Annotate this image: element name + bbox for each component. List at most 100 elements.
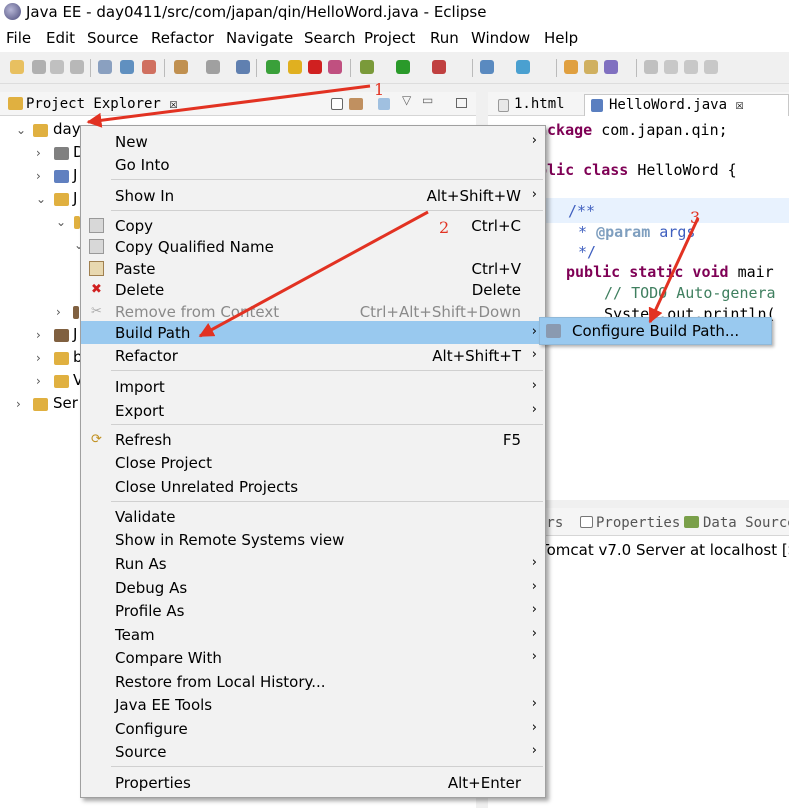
menu-window[interactable]: Window <box>471 29 530 47</box>
menu-item-configure[interactable]: Configure › <box>81 717 545 740</box>
print-icon[interactable] <box>70 60 84 74</box>
menu-project[interactable]: Project <box>364 29 415 47</box>
external-tools-icon[interactable] <box>432 60 446 74</box>
menu-item-delete[interactable]: ✖ Delete Delete <box>81 278 545 301</box>
toolbar-separator <box>556 59 557 77</box>
menu-item-show-in-remote-systems[interactable]: Show in Remote Systems view <box>81 528 545 551</box>
menu-help[interactable]: Help <box>544 29 578 47</box>
tab-data-source[interactable]: Data Source <box>703 515 789 531</box>
filter-icon[interactable] <box>378 98 390 110</box>
menu-file[interactable]: File <box>6 29 31 47</box>
menu-item-refresh[interactable]: ⟳ Refresh F5 <box>81 428 545 451</box>
link-editor-icon[interactable] <box>349 98 363 110</box>
menu-item-show-in[interactable]: Show In Alt+Shift+W › <box>81 184 545 207</box>
menu-item-copy-qualified-name[interactable]: Copy Qualified Name <box>81 235 545 258</box>
suspend-icon[interactable] <box>288 60 302 74</box>
menu-item-source[interactable]: Source › <box>81 740 545 763</box>
workbench-gap <box>0 84 789 92</box>
menu-item-import[interactable]: Import › <box>81 375 545 398</box>
menu-item-validate[interactable]: Validate <box>81 505 545 528</box>
task-icon[interactable] <box>120 60 134 74</box>
code-line[interactable]: ackage com.japan.qin; <box>538 121 728 139</box>
prev-annotation-icon[interactable] <box>684 60 698 74</box>
next-annotation-icon[interactable] <box>664 60 678 74</box>
code-line[interactable]: blic class HelloWord { <box>538 161 737 179</box>
tab-helloword-java[interactable]: HelloWord.java ☒ <box>584 94 789 116</box>
menu-item-restore-from-local-history[interactable]: Restore from Local History... <box>81 670 545 693</box>
code-line[interactable]: public static void mair <box>566 263 774 281</box>
save-all-icon[interactable] <box>50 60 64 74</box>
code-line[interactable]: * @param args <box>578 223 695 241</box>
menu-item-close-project[interactable]: Close Project <box>81 451 545 474</box>
menu-item-close-unrelated-projects[interactable]: Close Unrelated Projects <box>81 475 545 498</box>
last-edit-icon[interactable] <box>704 60 718 74</box>
collapse-arrow-icon[interactable]: ⌄ <box>36 192 46 206</box>
collapse-arrow-icon[interactable]: ⌄ <box>16 123 26 137</box>
menu-item-build-path[interactable]: Build Path › <box>81 321 545 344</box>
expand-arrow-icon[interactable]: › <box>36 351 41 365</box>
search-icon[interactable] <box>174 60 188 74</box>
view-menu-icon[interactable]: ▽ <box>402 93 411 107</box>
menu-item-go-into[interactable]: Go Into <box>81 153 545 176</box>
web-browser-icon[interactable] <box>516 60 530 74</box>
menu-refactor[interactable]: Refactor <box>151 29 214 47</box>
tab-1-html[interactable]: 1.html <box>494 96 584 116</box>
menu-item-copy[interactable]: Copy Ctrl+C <box>81 214 545 237</box>
menu-navigate[interactable]: Navigate <box>226 29 293 47</box>
open-file-icon[interactable] <box>584 60 598 74</box>
tool-icon[interactable] <box>98 60 112 74</box>
menu-separator <box>111 179 543 180</box>
menu-item-export[interactable]: Export › <box>81 399 545 422</box>
refactor-icon[interactable] <box>142 60 156 74</box>
expand-arrow-icon[interactable]: › <box>36 146 41 160</box>
collapse-all-icon[interactable] <box>331 98 343 110</box>
menu-item-configure-build-path[interactable]: Configure Build Path... <box>540 318 771 344</box>
menu-item-debug-as[interactable]: Debug As › <box>81 576 545 599</box>
toolbar-separator <box>472 59 473 77</box>
menu-run[interactable]: Run <box>430 29 459 47</box>
menu-search[interactable]: Search <box>304 29 356 47</box>
expand-arrow-icon[interactable]: › <box>36 374 41 388</box>
run-icon[interactable] <box>396 60 410 74</box>
menu-item-properties[interactable]: Properties Alt+Enter <box>81 771 545 794</box>
minimize-icon[interactable]: ▭ <box>422 93 433 107</box>
menu-item-refactor[interactable]: Refactor Alt+Shift+T › <box>81 344 545 367</box>
menu-item-profile-as[interactable]: Profile As › <box>81 599 545 622</box>
menu-item-paste[interactable]: Paste Ctrl+V <box>81 257 545 280</box>
server-row[interactable]: Tomcat v7.0 Server at localhost [St <box>540 541 789 559</box>
menu-item-compare-with[interactable]: Compare With › <box>81 646 545 669</box>
menu-edit[interactable]: Edit <box>46 29 75 47</box>
code-line[interactable]: // TODO Auto-genera <box>604 284 776 302</box>
code-line[interactable]: */ <box>578 243 596 261</box>
expand-arrow-icon[interactable]: › <box>36 169 41 183</box>
open-folder-icon[interactable] <box>564 60 578 74</box>
menu-item-java-ee-tools[interactable]: Java EE Tools › <box>81 693 545 716</box>
menu-item-remove-from-context[interactable]: ✂ Remove from Context Ctrl+Alt+Shift+Down <box>81 300 545 323</box>
menu-item-team[interactable]: Team › <box>81 623 545 646</box>
new-server-icon[interactable] <box>480 60 494 74</box>
pen-icon[interactable] <box>604 60 618 74</box>
disconnect-icon[interactable] <box>328 60 342 74</box>
menu-source[interactable]: Source <box>87 29 139 47</box>
pin-icon[interactable] <box>644 60 658 74</box>
resume-icon[interactable] <box>266 60 280 74</box>
open-type-icon[interactable] <box>236 60 250 74</box>
expand-arrow-icon[interactable]: › <box>36 328 41 342</box>
maximize-icon[interactable] <box>456 98 467 108</box>
submenu-arrow-icon: › <box>531 555 537 570</box>
menu-item-run-as[interactable]: Run As › <box>81 552 545 575</box>
project-explorer-tab[interactable]: Project Explorer ☒ <box>26 96 178 112</box>
menu-item-new[interactable]: New › <box>81 130 545 153</box>
tab-properties[interactable]: Properties <box>596 515 680 531</box>
save-icon[interactable] <box>32 60 46 74</box>
debug-icon[interactable] <box>360 60 374 74</box>
expand-arrow-icon[interactable]: › <box>16 397 21 411</box>
annotation-number-3: 3 <box>690 208 701 227</box>
collapse-arrow-icon[interactable]: ⌄ <box>56 215 66 229</box>
terminate-icon[interactable] <box>308 60 322 74</box>
sync-icon[interactable] <box>206 60 220 74</box>
new-wizard-icon[interactable] <box>10 60 24 74</box>
folder-icon <box>8 97 23 110</box>
expand-arrow-icon[interactable]: › <box>56 305 61 319</box>
code-line[interactable]: /** <box>568 202 595 220</box>
